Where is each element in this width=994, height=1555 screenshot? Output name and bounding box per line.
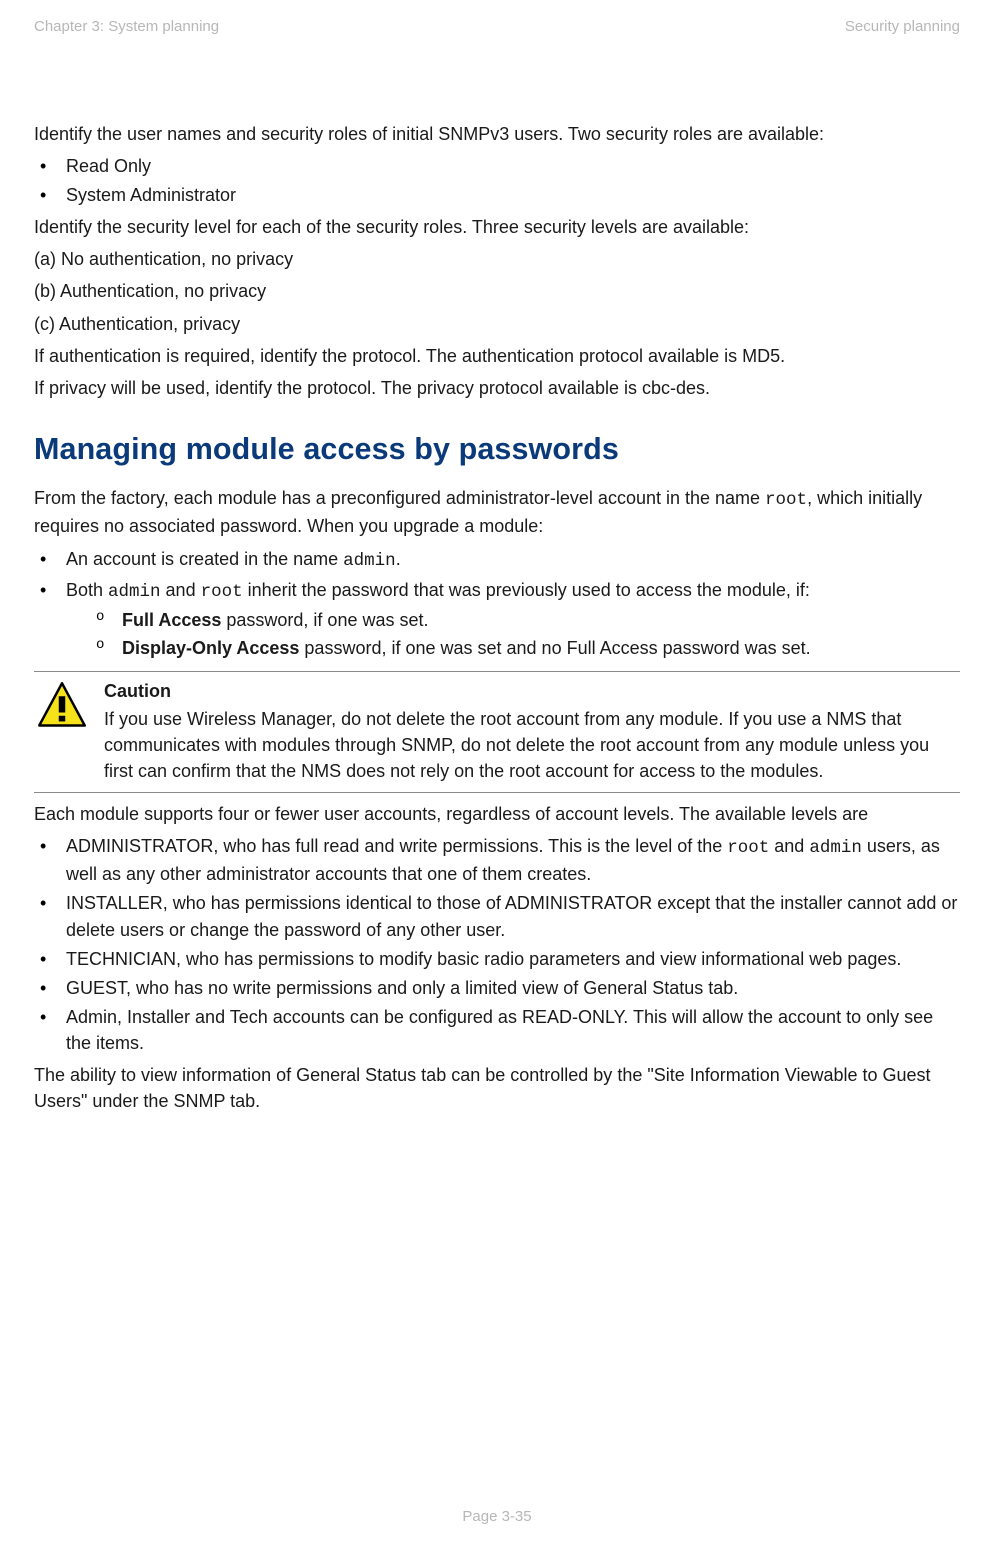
factory-default-paragraph: From the factory, each module has a prec… [34,485,960,539]
list-item: Full Access password, if one was set. [66,607,960,633]
bold-label: Full Access [122,610,221,630]
text-fragment: An account is created in the name [66,549,343,569]
upgrade-list: An account is created in the name admin.… [34,546,960,662]
page: Chapter 3: System planning Security plan… [0,0,994,1555]
auth-protocol-paragraph: If authentication is required, identify … [34,343,960,369]
caution-box: Caution If you use Wireless Manager, do … [34,671,960,792]
list-item: Admin, Installer and Tech accounts can b… [34,1004,960,1056]
list-item: GUEST, who has no write permissions and … [34,975,960,1001]
list-item: Both admin and root inherit the password… [34,577,960,662]
closing-paragraph: The ability to view information of Gener… [34,1062,960,1114]
text-fragment: password, if one was set. [221,610,428,630]
accounts-intro-paragraph: Each module supports four or fewer user … [34,801,960,827]
security-level-c: (c) Authentication, privacy [34,311,960,337]
code-root: root [727,838,769,858]
security-level-intro: Identify the security level for each of … [34,214,960,240]
page-header: Chapter 3: System planning Security plan… [34,18,960,35]
sub-list: Full Access password, if one was set. Di… [66,607,960,661]
header-right: Security planning [845,18,960,35]
code-admin: admin [343,551,396,571]
header-left: Chapter 3: System planning [34,18,219,35]
text-fragment: Both [66,580,108,600]
text-fragment: From the factory, each module has a prec… [34,488,765,508]
text-fragment: . [396,549,401,569]
list-item: An account is created in the name admin. [34,546,960,574]
roles-list: Read Only System Administrator [34,153,960,208]
bold-label: Display-Only Access [122,638,299,658]
privacy-protocol-paragraph: If privacy will be used, identify the pr… [34,375,960,401]
text-fragment: and [161,580,201,600]
code-root: root [201,582,243,602]
security-level-a: (a) No authentication, no privacy [34,246,960,272]
text-fragment: and [769,836,809,856]
caution-icon [34,678,88,783]
caution-text: Caution If you use Wireless Manager, do … [104,678,960,783]
section-heading-managing-passwords: Managing module access by passwords [34,427,960,471]
account-levels-list: ADMINISTRATOR, who has full read and wri… [34,833,960,1056]
intro-paragraph: Identify the user names and security rol… [34,121,960,147]
caution-body: If you use Wireless Manager, do not dele… [104,706,952,784]
list-item: TECHNICIAN, who has permissions to modif… [34,946,960,972]
list-item: Read Only [34,153,960,179]
list-item: ADMINISTRATOR, who has full read and wri… [34,833,960,887]
caution-title: Caution [104,678,952,704]
code-admin: admin [809,838,862,858]
list-item: INSTALLER, who has permissions identical… [34,890,960,942]
page-footer: Page 3-35 [34,1460,960,1529]
security-level-b: (b) Authentication, no privacy [34,278,960,304]
list-item: Display-Only Access password, if one was… [66,635,960,661]
list-item: System Administrator [34,182,960,208]
text-fragment: password, if one was set and no Full Acc… [299,638,810,658]
page-content: Identify the user names and security rol… [34,115,960,1460]
text-fragment: ADMINISTRATOR, who has full read and wri… [66,836,727,856]
text-fragment: inherit the password that was previously… [243,580,810,600]
code-admin: admin [108,582,161,602]
code-root: root [765,490,807,510]
